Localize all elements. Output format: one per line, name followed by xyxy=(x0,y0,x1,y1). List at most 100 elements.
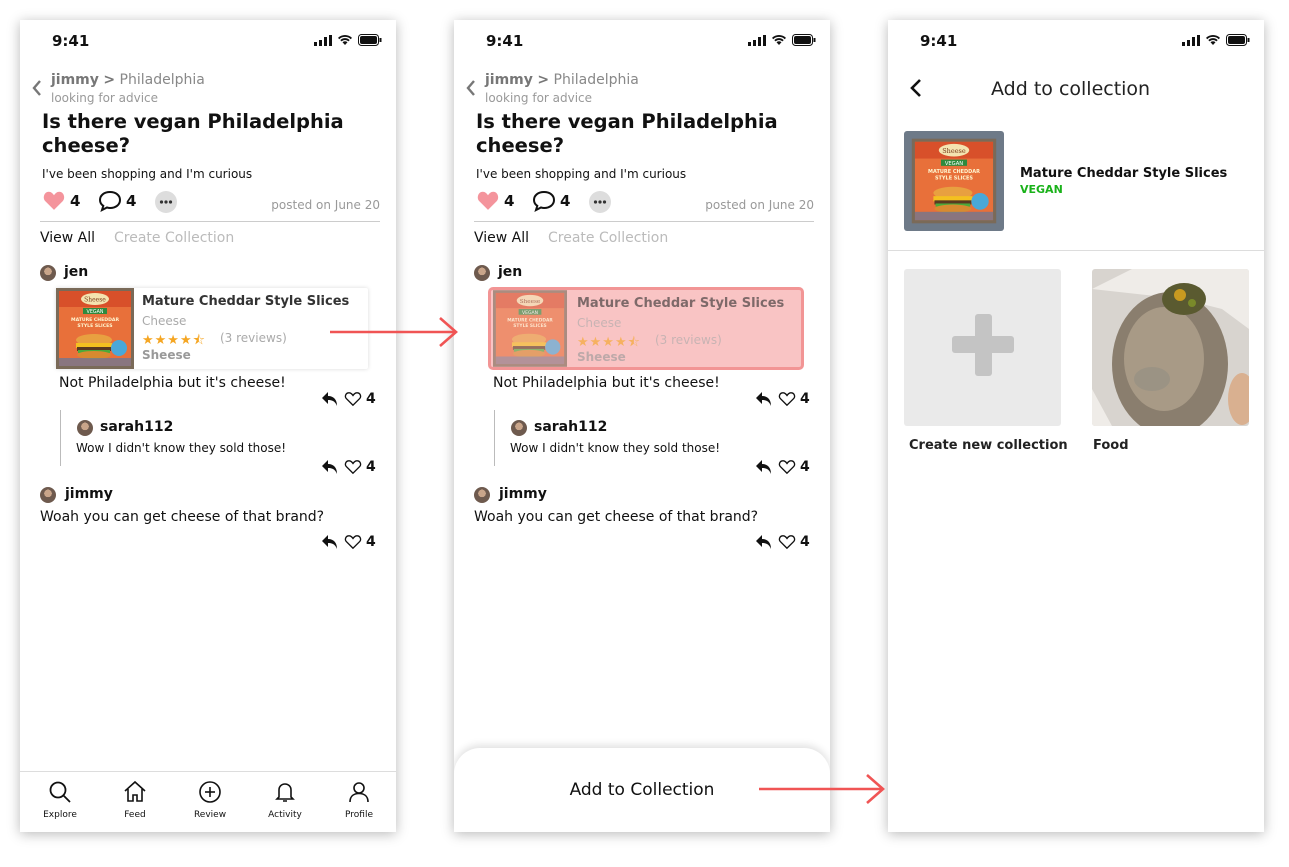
reply-text: Wow I didn't know they sold those! xyxy=(76,441,287,455)
wifi-icon xyxy=(1206,34,1220,45)
comment-username[interactable]: jimmy xyxy=(65,486,113,502)
plus-icon xyxy=(952,314,1014,376)
vegan-tag: VEGAN xyxy=(1020,183,1063,196)
reply-icon[interactable] xyxy=(320,390,340,408)
comment-like-count: 4 xyxy=(800,391,810,407)
more-options-button[interactable] xyxy=(588,190,612,214)
reply-username[interactable]: sarah112 xyxy=(100,419,173,435)
more-options-button[interactable] xyxy=(154,190,178,214)
post-date: posted on June 20 xyxy=(705,198,814,212)
heart-outline-icon[interactable] xyxy=(344,534,362,550)
bell-icon xyxy=(275,783,295,802)
community-link[interactable]: Philadelphia xyxy=(120,72,205,88)
heart-outline-icon[interactable] xyxy=(778,391,796,407)
comment-like-count: 4 xyxy=(366,391,376,407)
tab-label: Feed xyxy=(124,810,146,820)
screen-header: Add to collection xyxy=(888,72,1264,108)
avatar[interactable] xyxy=(40,487,56,503)
reply-icon[interactable] xyxy=(754,458,774,476)
post-author-link[interactable]: jimmy xyxy=(485,72,533,88)
comment-bubble-icon xyxy=(532,190,556,212)
back-chevron-icon[interactable] xyxy=(466,80,476,96)
more-dots-icon xyxy=(155,191,177,213)
comment-username[interactable]: jen xyxy=(64,264,88,280)
like-button[interactable]: 4 xyxy=(476,190,514,211)
comment-button[interactable]: 4 xyxy=(532,190,570,212)
collection-tile-food[interactable] xyxy=(1092,269,1249,426)
product-image xyxy=(56,288,134,369)
post-author-link[interactable]: jimmy xyxy=(51,72,99,88)
back-chevron-icon[interactable] xyxy=(32,80,42,96)
comment-count: 4 xyxy=(560,192,571,210)
tab-view-all[interactable]: View All xyxy=(40,230,95,246)
status-bar: 9:41 xyxy=(20,20,396,60)
signal-icon xyxy=(1182,34,1200,46)
product-card[interactable]: Mature Cheddar Style Slices Cheese ★★★★⯪… xyxy=(56,288,368,369)
product-card-selected[interactable]: Mature Cheddar Style Slices Cheese ★★★★⯪… xyxy=(488,287,804,370)
post-screen-selected: 9:41 jimmy > Philadelphia looking for ad… xyxy=(454,20,830,832)
signal-icon xyxy=(748,34,766,46)
collection-thumbnail xyxy=(1092,269,1249,426)
status-bar: 9:41 xyxy=(888,20,1264,60)
heart-outline-icon[interactable] xyxy=(778,534,796,550)
tab-feed[interactable]: Feed xyxy=(105,780,165,820)
status-bar: 9:41 xyxy=(454,20,830,60)
avatar[interactable] xyxy=(474,265,490,281)
divider xyxy=(888,250,1264,251)
product-brand: Sheese xyxy=(577,350,626,364)
post-subtitle: looking for advice xyxy=(485,91,593,105)
tab-activity[interactable]: Activity xyxy=(255,780,315,820)
tab-explore[interactable]: Explore xyxy=(30,780,90,820)
signal-icon xyxy=(314,34,332,46)
like-count: 4 xyxy=(70,191,81,210)
avatar[interactable] xyxy=(511,420,527,436)
comment-username[interactable]: jimmy xyxy=(499,486,547,502)
comment-button[interactable]: 4 xyxy=(98,190,136,212)
tab-label: Profile xyxy=(345,810,373,820)
reply-like-count: 4 xyxy=(366,459,376,475)
more-dots-icon xyxy=(589,191,611,213)
reply-icon[interactable] xyxy=(754,533,774,551)
tab-label: Activity xyxy=(268,810,302,820)
reply-username[interactable]: sarah112 xyxy=(534,419,607,435)
avatar[interactable] xyxy=(77,420,93,436)
post-stats: 4 4 posted on June 20 xyxy=(474,190,814,216)
bottom-tab-bar: Explore Feed Review Activity Profile xyxy=(20,771,396,832)
status-time: 9:41 xyxy=(486,32,524,50)
post-body: I've been shopping and I'm curious xyxy=(42,167,253,181)
search-icon xyxy=(49,781,71,803)
tab-create-collection[interactable]: Create Collection xyxy=(548,230,668,246)
comment-text: Not Philadelphia but it's cheese! xyxy=(493,375,720,391)
heart-outline-icon[interactable] xyxy=(344,391,362,407)
avatar[interactable] xyxy=(40,265,56,281)
comment-username[interactable]: jen xyxy=(498,264,522,280)
plus-circle-icon xyxy=(199,781,221,803)
page-title: Add to collection xyxy=(991,78,1151,100)
heart-outline-icon[interactable] xyxy=(344,459,362,475)
tab-review[interactable]: Review xyxy=(180,780,240,820)
flow-arrow-icon xyxy=(759,774,885,804)
avatar[interactable] xyxy=(474,487,490,503)
tab-profile[interactable]: Profile xyxy=(329,780,389,820)
post-title: Is there vegan Philadelphia cheese? xyxy=(42,110,344,157)
flow-arrow-icon xyxy=(330,317,458,347)
like-button[interactable]: 4 xyxy=(42,190,80,211)
comment-text: Not Philadelphia but it's cheese! xyxy=(59,375,286,391)
divider xyxy=(40,221,380,222)
user-icon xyxy=(349,782,369,803)
post-stats: 4 4 posted on June 20 xyxy=(40,190,380,216)
thread-line xyxy=(494,410,495,466)
product-name: Mature Cheddar Style Slices xyxy=(142,294,350,309)
collection-label: Create new collection xyxy=(909,438,1068,453)
heart-outline-icon[interactable] xyxy=(778,459,796,475)
heart-filled-icon xyxy=(43,191,65,210)
tab-create-collection[interactable]: Create Collection xyxy=(114,230,234,246)
tab-view-all[interactable]: View All xyxy=(474,230,529,246)
reply-icon[interactable] xyxy=(320,458,340,476)
community-link[interactable]: Philadelphia xyxy=(554,72,639,88)
reply-icon[interactable] xyxy=(754,390,774,408)
back-chevron-icon[interactable] xyxy=(910,78,922,98)
reply-icon[interactable] xyxy=(320,533,340,551)
product-review-count: (3 reviews) xyxy=(220,331,287,345)
create-new-collection-tile[interactable] xyxy=(904,269,1061,426)
